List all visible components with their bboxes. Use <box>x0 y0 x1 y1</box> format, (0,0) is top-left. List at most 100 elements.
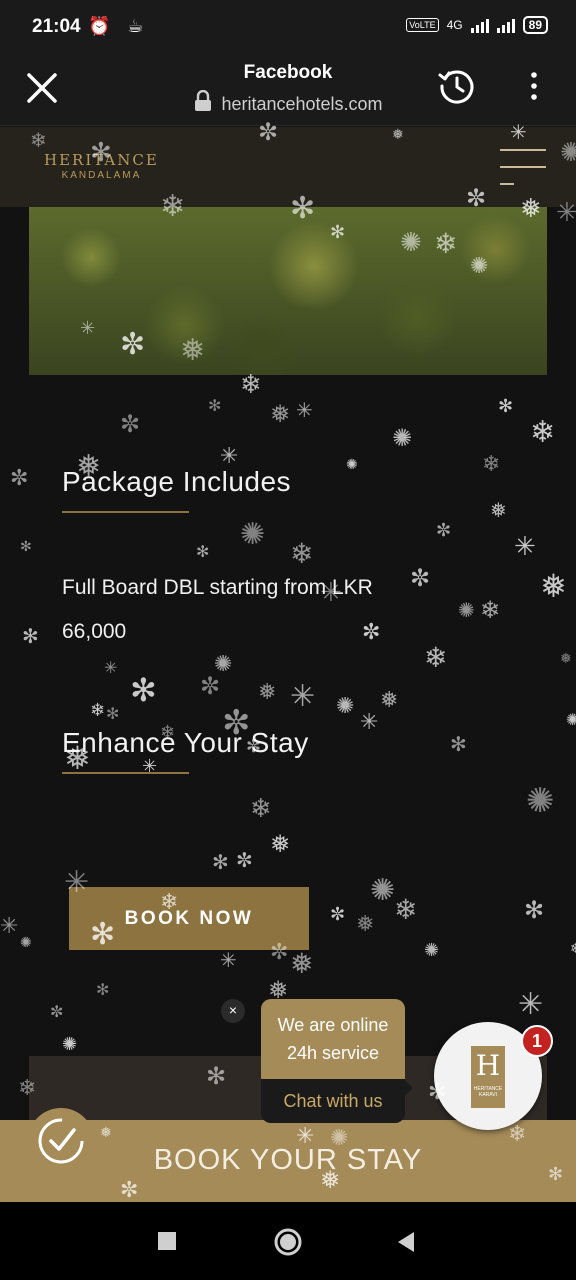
snowflake-icon: ❄ <box>290 537 314 570</box>
snowflake-icon: ❄ <box>240 370 262 400</box>
snowflake-icon: ✻ <box>22 624 39 648</box>
snowflake-icon: ✳ <box>518 987 544 1022</box>
browser-url-row[interactable]: heritancehotels.com <box>0 90 576 115</box>
notification-icons: ⏰ ☕ <box>88 16 150 36</box>
snowflake-icon: ✺ <box>526 781 555 821</box>
lock-icon <box>195 90 212 111</box>
snowflake-icon: ✼ <box>330 904 346 925</box>
chat-status: We are online 24h service <box>261 999 405 1079</box>
back-triangle-icon[interactable] <box>394 1230 416 1254</box>
snowflake-icon: ❄ <box>90 700 106 721</box>
snowflake-icon: ✳ <box>360 710 379 735</box>
accessibility-widget[interactable] <box>28 1108 94 1174</box>
hero-forest-image <box>29 207 547 375</box>
heritance-chat-logo: H HERITANCE KARAVI <box>471 1046 505 1108</box>
snowflake-icon: ❅ <box>490 498 507 522</box>
snowflake-icon: ❄ <box>482 452 501 477</box>
heading-underline <box>62 511 189 513</box>
snowflake-icon: ✳ <box>220 444 239 469</box>
snowflake-icon: ✺ <box>62 1034 78 1055</box>
network-type: 4G <box>446 18 463 32</box>
snowflake-icon: ❄ <box>530 415 556 450</box>
battery-icon: 89 <box>522 16 548 34</box>
snowflake-icon: ✳ <box>0 914 19 939</box>
more-menu-icon[interactable] <box>526 70 542 104</box>
chat-logo-letter: H <box>475 1049 501 1082</box>
snowflake-icon: ✺ <box>566 710 576 729</box>
chat-close-button[interactable]: × <box>221 999 245 1023</box>
snowflake-icon: ✳ <box>104 658 118 677</box>
snowflake-icon: ✳ <box>220 948 237 972</box>
browser-url: heritancehotels.com <box>221 94 383 114</box>
site-header: HERITANCE KANDALAMA <box>0 127 576 207</box>
snowflake-icon: ❅ <box>258 680 277 705</box>
snowflake-icon: ✺ <box>214 652 233 677</box>
accessibility-check-icon <box>38 1118 84 1164</box>
chat-bubble-arrow <box>403 1079 413 1097</box>
signal-icon <box>470 17 489 33</box>
snowflake-icon: ✼ <box>436 520 452 541</box>
snowflake-icon: ❄ <box>480 596 501 624</box>
volte-icon: VoLTE <box>406 18 439 32</box>
package-line-2: 66,000 <box>62 620 127 643</box>
heritance-logo[interactable]: HERITANCE KANDALAMA <box>44 151 159 181</box>
snowflake-icon: ✻ <box>106 704 120 723</box>
snowflake-icon: ✻ <box>130 671 157 709</box>
snowflake-icon: ✻ <box>212 850 229 874</box>
snowflake-icon: ✼ <box>236 848 253 872</box>
snowflake-icon: ✺ <box>392 424 413 452</box>
package-description: Full Board DBL starting from LKR 66,000 <box>62 566 462 654</box>
enhance-stay-heading: Enhance Your Stay <box>62 727 309 758</box>
book-now-button[interactable]: BOOK NOW <box>69 887 309 950</box>
snowflake-icon: ✺ <box>240 517 266 552</box>
snowflake-icon: ❅ <box>290 947 314 980</box>
package-line-1: Full Board DBL starting from LKR <box>62 576 373 599</box>
snowflake-icon: ❅ <box>380 688 399 713</box>
status-bar: 21:04 ⏰ ☕ VoLTE 4G 89 <box>0 0 576 56</box>
home-circle-icon[interactable] <box>272 1226 304 1258</box>
snowflake-icon: ✻ <box>20 539 32 555</box>
status-right: VoLTE 4G 89 <box>406 16 548 34</box>
recents-square-icon[interactable] <box>156 1230 180 1254</box>
snowflake-icon: ✻ <box>498 396 514 417</box>
snowflake-icon: ✼ <box>50 1002 64 1021</box>
snowflake-icon: ✻ <box>196 542 210 561</box>
snowflake-icon: ❄ <box>570 941 576 957</box>
snowflake-icon: ✳ <box>296 398 313 422</box>
snowflake-icon: ❅ <box>270 400 291 428</box>
snowflake-icon: ✺ <box>424 940 440 961</box>
chat-line-2: 24h service <box>286 1043 380 1063</box>
logo-line1: HERITANCE <box>44 151 159 169</box>
snowflake-icon: ❅ <box>270 830 291 858</box>
package-includes-heading: Package Includes <box>62 466 292 497</box>
snowflake-icon: ❄ <box>250 794 272 824</box>
snowflake-icon: ✺ <box>370 873 396 908</box>
unread-badge: 1 <box>521 1025 553 1057</box>
heading-underline-2 <box>62 772 189 774</box>
history-icon[interactable] <box>437 66 477 106</box>
chat-bubble[interactable]: We are online 24h service Chat with us <box>261 999 405 1123</box>
snowflake-icon: ✻ <box>96 980 110 999</box>
snowflake-icon: ❄ <box>394 893 418 926</box>
snowflake-icon: ✺ <box>346 457 358 473</box>
snowflake-icon: ❅ <box>356 912 375 937</box>
snowflake-icon: ✳ <box>514 532 536 562</box>
browser-title: Facebook <box>243 62 333 83</box>
chat-with-us-link[interactable]: Chat with us <box>261 1079 405 1123</box>
snowflake-icon: ✼ <box>120 410 141 438</box>
status-time: 21:04 <box>32 16 81 37</box>
snowflake-icon: ✻ <box>524 896 545 924</box>
snowflake-icon: ✺ <box>20 935 32 951</box>
chat-line-1: We are online <box>277 1015 389 1035</box>
hamburger-menu-icon[interactable] <box>498 147 548 187</box>
snowflake-icon: ❅ <box>560 651 572 667</box>
snowflake-icon: ✻ <box>450 732 467 756</box>
signal-icon-2 <box>496 17 515 33</box>
snowflake-icon: ✼ <box>10 466 29 491</box>
android-nav-bar <box>0 1202 576 1280</box>
snowflake-icon: ✺ <box>336 694 355 719</box>
snowflake-icon: ✼ <box>200 672 221 700</box>
chat-logo-text: HERITANCE KARAVI <box>473 1086 503 1098</box>
snowflake-icon: ✻ <box>208 396 222 415</box>
logo-line2: KANDALAMA <box>61 170 142 181</box>
